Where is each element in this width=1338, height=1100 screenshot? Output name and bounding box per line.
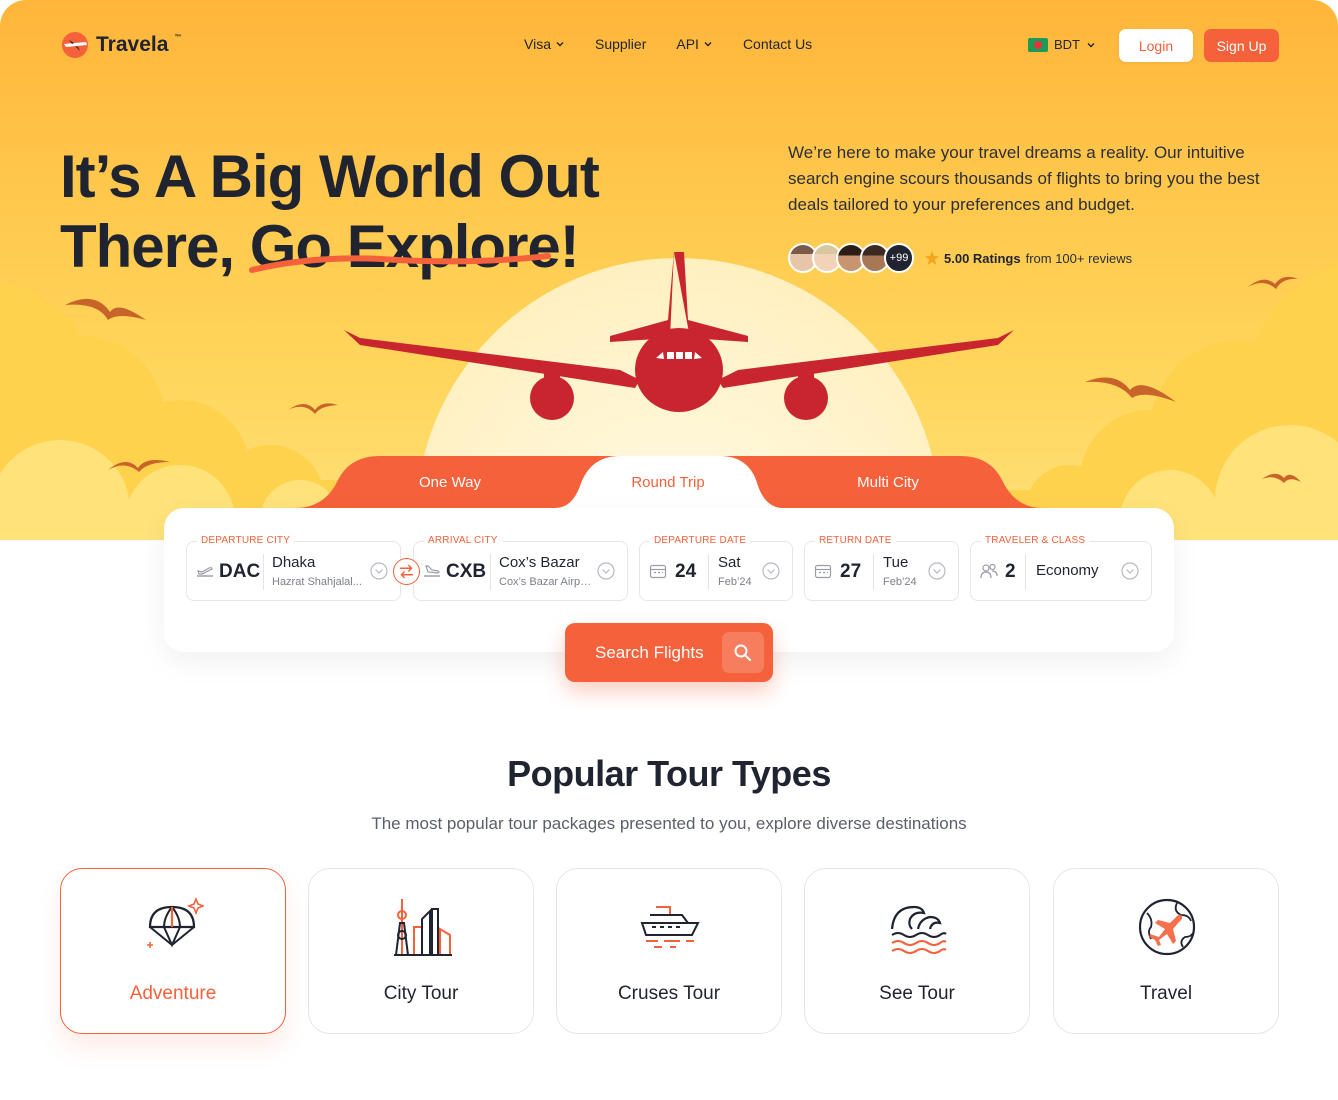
city-icon [394, 899, 452, 956]
menu-item-label: Visa [524, 36, 551, 52]
departure-city-field[interactable]: DEPARTURE CITY DAC Dhaka Hazrat Shahjala… [186, 535, 401, 601]
headline-underline-swash [249, 253, 551, 273]
tour-label: Cruses Tour [617, 983, 721, 1004]
avatar-more-count: +99 [884, 243, 914, 273]
tour-card-adventure[interactable]: Adventure [60, 868, 286, 1034]
tab-one-way[interactable]: One Way [380, 456, 520, 508]
departure-code: DAC [219, 561, 261, 582]
departure-airport: Hazrat Shahjalal... [272, 576, 362, 588]
divider [490, 554, 491, 590]
landing-icon [424, 565, 440, 577]
search-flights-button[interactable]: Search Flights [565, 623, 773, 682]
avatar-group: +99 [788, 243, 914, 273]
chevron-down-circle-icon[interactable] [928, 562, 946, 580]
arrival-city-field[interactable]: ARRIVAL CITY CXB Cox’s Bazar Cox’s Bazar… [413, 535, 628, 601]
departure-weekday: Sat [718, 554, 741, 571]
brand-trademark: ™ [174, 33, 182, 41]
divider [873, 554, 874, 590]
chevron-down-icon [704, 42, 712, 47]
parachute-icon [147, 897, 204, 948]
tour-card-travel[interactable]: Travel [1053, 868, 1279, 1034]
chevron-down-circle-icon[interactable] [1121, 562, 1139, 580]
brand-name: Travela [96, 33, 169, 56]
chevron-down-icon [1087, 42, 1095, 47]
departure-month: Feb’24 [718, 576, 752, 588]
calendar-icon [649, 564, 667, 579]
globe-plane-icon [1138, 898, 1196, 956]
calendar-icon [814, 564, 832, 579]
currency-code: BDT [1054, 37, 1080, 52]
menu-item-label: Supplier [594, 36, 647, 52]
tab-multi-city[interactable]: Multi City [818, 456, 958, 508]
departure-city-name: Dhaka [272, 554, 316, 571]
section-title: Popular Tour Types [507, 753, 831, 794]
departure-date-field[interactable]: DEPARTURE DATE 24 Sat Feb’24 [639, 535, 793, 601]
chevron-down-circle-icon[interactable] [370, 562, 388, 580]
brand-logo[interactable]: Travela ™ [60, 30, 181, 60]
waves-icon [890, 905, 947, 954]
return-weekday: Tue [883, 554, 909, 571]
currency-selector[interactable]: BDT [1028, 37, 1096, 52]
rating-value: 5.00 Ratings [944, 250, 1021, 266]
tour-card-cruses-tour[interactable]: Cruses Tour [556, 868, 782, 1034]
field-label: RETURN DATE [815, 535, 896, 546]
tour-label: City Tour [383, 983, 459, 1004]
return-date-field[interactable]: RETURN DATE 27 Tue Feb’24 [804, 535, 959, 601]
divider [708, 554, 709, 590]
return-month: Feb’24 [883, 576, 917, 588]
hero-intro-text: We’re here to make your travel dreams a … [788, 143, 1260, 214]
field-label: DEPARTURE DATE [650, 535, 751, 546]
menu-item-label: Contact Us [742, 36, 813, 52]
travelers-icon [980, 563, 998, 579]
field-label: ARRIVAL CITY [424, 535, 502, 546]
tour-card-city-tour[interactable]: City Tour [308, 868, 534, 1034]
arrival-code: CXB [446, 561, 487, 582]
travel-class: Economy [1036, 562, 1099, 579]
plane-logo-icon [62, 32, 88, 58]
signup-button[interactable]: Sign Up [1204, 29, 1279, 62]
top-nav: Travela ™ Visa Supplier API Contact Us B… [0, 0, 1338, 90]
rating-subtext: from 100+ reviews [1025, 250, 1133, 266]
cockpit-windows [656, 352, 702, 359]
page: Travela ™ Visa Supplier API Contact Us B… [0, 0, 1338, 1100]
star-icon [925, 251, 939, 265]
search-button-label: Search Flights [595, 642, 704, 662]
main-menu: Visa Supplier API Contact Us [524, 36, 812, 52]
tour-label: See Tour [879, 983, 955, 1004]
tab-round-trip[interactable]: Round Trip [598, 456, 738, 508]
cruise-ship-icon [640, 906, 700, 948]
arrival-city-name: Cox’s Bazar [499, 554, 580, 571]
tour-label: Travel [1139, 983, 1193, 1004]
divider [263, 554, 264, 590]
return-day: 27 [840, 561, 862, 582]
chevron-down-icon [556, 42, 564, 47]
login-button[interactable]: Login [1119, 29, 1193, 62]
search-icon [722, 632, 764, 673]
section-subtitle: The most popular tour packages presented… [371, 814, 967, 833]
menu-item-supplier[interactable]: Supplier [595, 36, 646, 52]
tour-card-see-tour[interactable]: See Tour [804, 868, 1030, 1034]
menu-item-api[interactable]: API [676, 36, 713, 52]
rating-summary: +99 5.00 Ratings from 100+ reviews [788, 243, 1132, 273]
swap-cities-icon[interactable] [393, 558, 420, 585]
headline-line-1: It’s A Big World Out [60, 143, 600, 210]
takeoff-icon [197, 567, 213, 577]
departure-day: 24 [675, 561, 697, 582]
arrival-airport: Cox’s Bazar Airpo... [499, 576, 595, 588]
bangladesh-flag-icon [1028, 37, 1048, 52]
tour-label: Adventure [129, 983, 217, 1004]
field-label: DEPARTURE CITY [197, 535, 295, 546]
menu-item-label: API [676, 36, 699, 52]
divider [1025, 554, 1026, 590]
traveler-class-field[interactable]: TRAVELER & CLASS 2 Economy [970, 535, 1152, 601]
field-label: TRAVELER & CLASS [981, 535, 1090, 546]
chevron-down-circle-icon[interactable] [597, 562, 615, 580]
menu-item-contact[interactable]: Contact Us [743, 36, 812, 52]
traveler-count: 2 [1005, 561, 1016, 582]
menu-item-visa[interactable]: Visa [524, 36, 565, 52]
chevron-down-circle-icon[interactable] [762, 562, 780, 580]
